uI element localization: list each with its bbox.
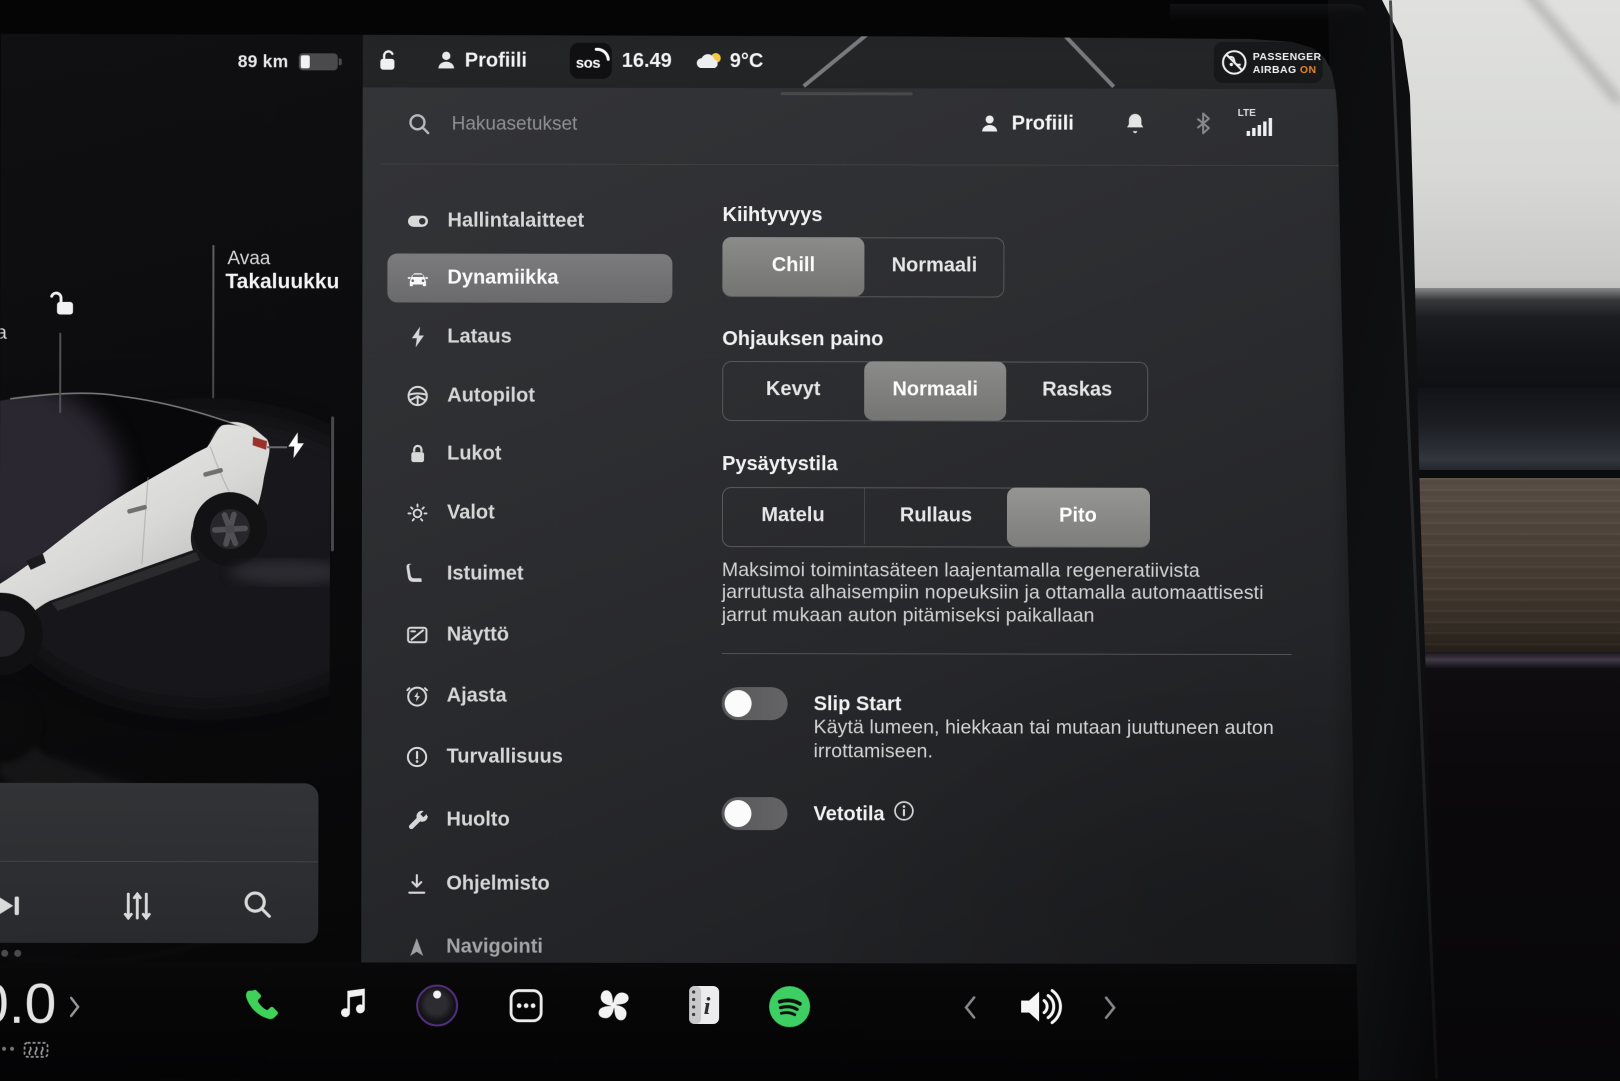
svg-text:i: i [704, 994, 711, 1020]
